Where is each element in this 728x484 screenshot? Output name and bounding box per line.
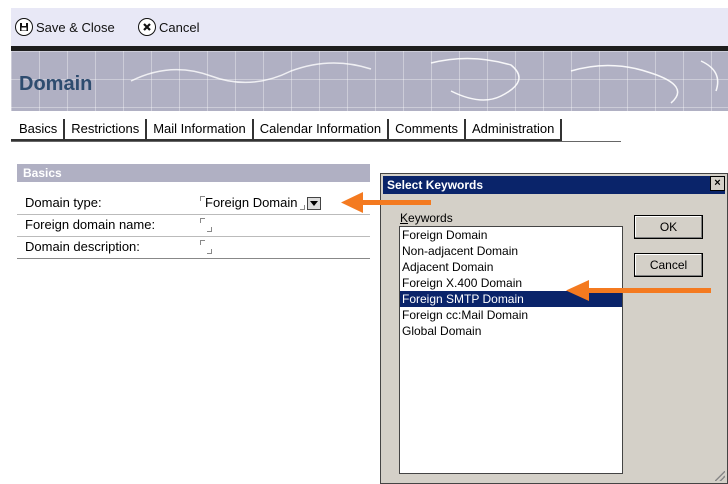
- tab-basics[interactable]: Basics: [11, 119, 66, 141]
- foreign-domain-name-label: Foreign domain name:: [25, 217, 156, 232]
- domain-type-label: Domain type:: [25, 195, 102, 210]
- field-open-bracket: [200, 218, 205, 223]
- tab-administration[interactable]: Administration: [465, 119, 563, 141]
- action-toolbar: Save & Close Cancel: [11, 8, 728, 46]
- cancel-x-icon: [138, 18, 156, 36]
- list-item[interactable]: Non-adjacent Domain: [400, 243, 622, 259]
- world-map-graphic: [130, 57, 719, 104]
- header-banner: Domain: [11, 51, 728, 111]
- dialog-cancel-button[interactable]: Cancel: [634, 253, 703, 277]
- dialog-close-icon[interactable]: ×: [710, 176, 725, 191]
- domain-description-label: Domain description:: [25, 239, 140, 254]
- ok-button[interactable]: OK: [634, 215, 703, 239]
- domain-description-field[interactable]: [200, 239, 212, 254]
- keywords-listbox[interactable]: Foreign Domain Non-adjacent Domain Adjac…: [399, 226, 623, 474]
- cancel-label: Cancel: [159, 19, 200, 35]
- cancel-button[interactable]: Cancel: [138, 16, 199, 38]
- tab-mail-information[interactable]: Mail Information: [147, 119, 254, 141]
- select-keywords-dialog: Select Keywords × Keywords Foreign Domai…: [380, 173, 728, 484]
- keywords-label: Keywords: [400, 211, 453, 225]
- list-item[interactable]: Foreign SMTP Domain: [400, 291, 622, 307]
- save-icon: [15, 18, 33, 36]
- resize-grip-icon[interactable]: [715, 471, 725, 481]
- domain-type-row: Domain type: Foreign Domain: [17, 192, 370, 215]
- list-item[interactable]: Foreign X.400 Domain: [400, 275, 622, 291]
- field-close-bracket: [299, 205, 305, 211]
- foreign-domain-name-field[interactable]: [200, 217, 212, 232]
- domain-document-window: Save & Close Cancel Domain Basics Restri…: [11, 8, 728, 484]
- basics-section-header: Basics: [17, 164, 370, 182]
- list-item[interactable]: Foreign cc:Mail Domain: [400, 307, 622, 323]
- save-close-label: Save & Close: [36, 19, 115, 35]
- domain-type-dropdown-button[interactable]: [306, 197, 321, 211]
- list-item[interactable]: Adjacent Domain: [400, 259, 622, 275]
- domain-type-field[interactable]: Foreign Domain: [200, 195, 321, 211]
- field-open-bracket: [200, 240, 205, 245]
- page-title: Domain: [19, 73, 93, 95]
- tab-comments[interactable]: Comments: [389, 119, 466, 141]
- foreign-domain-name-row: Foreign domain name:: [17, 214, 370, 237]
- domain-type-value: Foreign Domain: [205, 195, 298, 210]
- dialog-title: Select Keywords: [383, 176, 725, 194]
- domain-description-row: Domain description:: [17, 236, 370, 259]
- tab-calendar-information[interactable]: Calendar Information: [253, 119, 390, 141]
- list-item[interactable]: Global Domain: [400, 323, 622, 339]
- field-close-bracket: [207, 227, 212, 232]
- list-item[interactable]: Foreign Domain: [400, 227, 622, 243]
- field-close-bracket: [207, 249, 212, 254]
- tab-baseline: [11, 141, 621, 142]
- save-close-button[interactable]: Save & Close: [15, 16, 115, 38]
- tab-restrictions[interactable]: Restrictions: [65, 119, 148, 141]
- tab-strip: Basics Restrictions Mail Information Cal…: [11, 119, 563, 141]
